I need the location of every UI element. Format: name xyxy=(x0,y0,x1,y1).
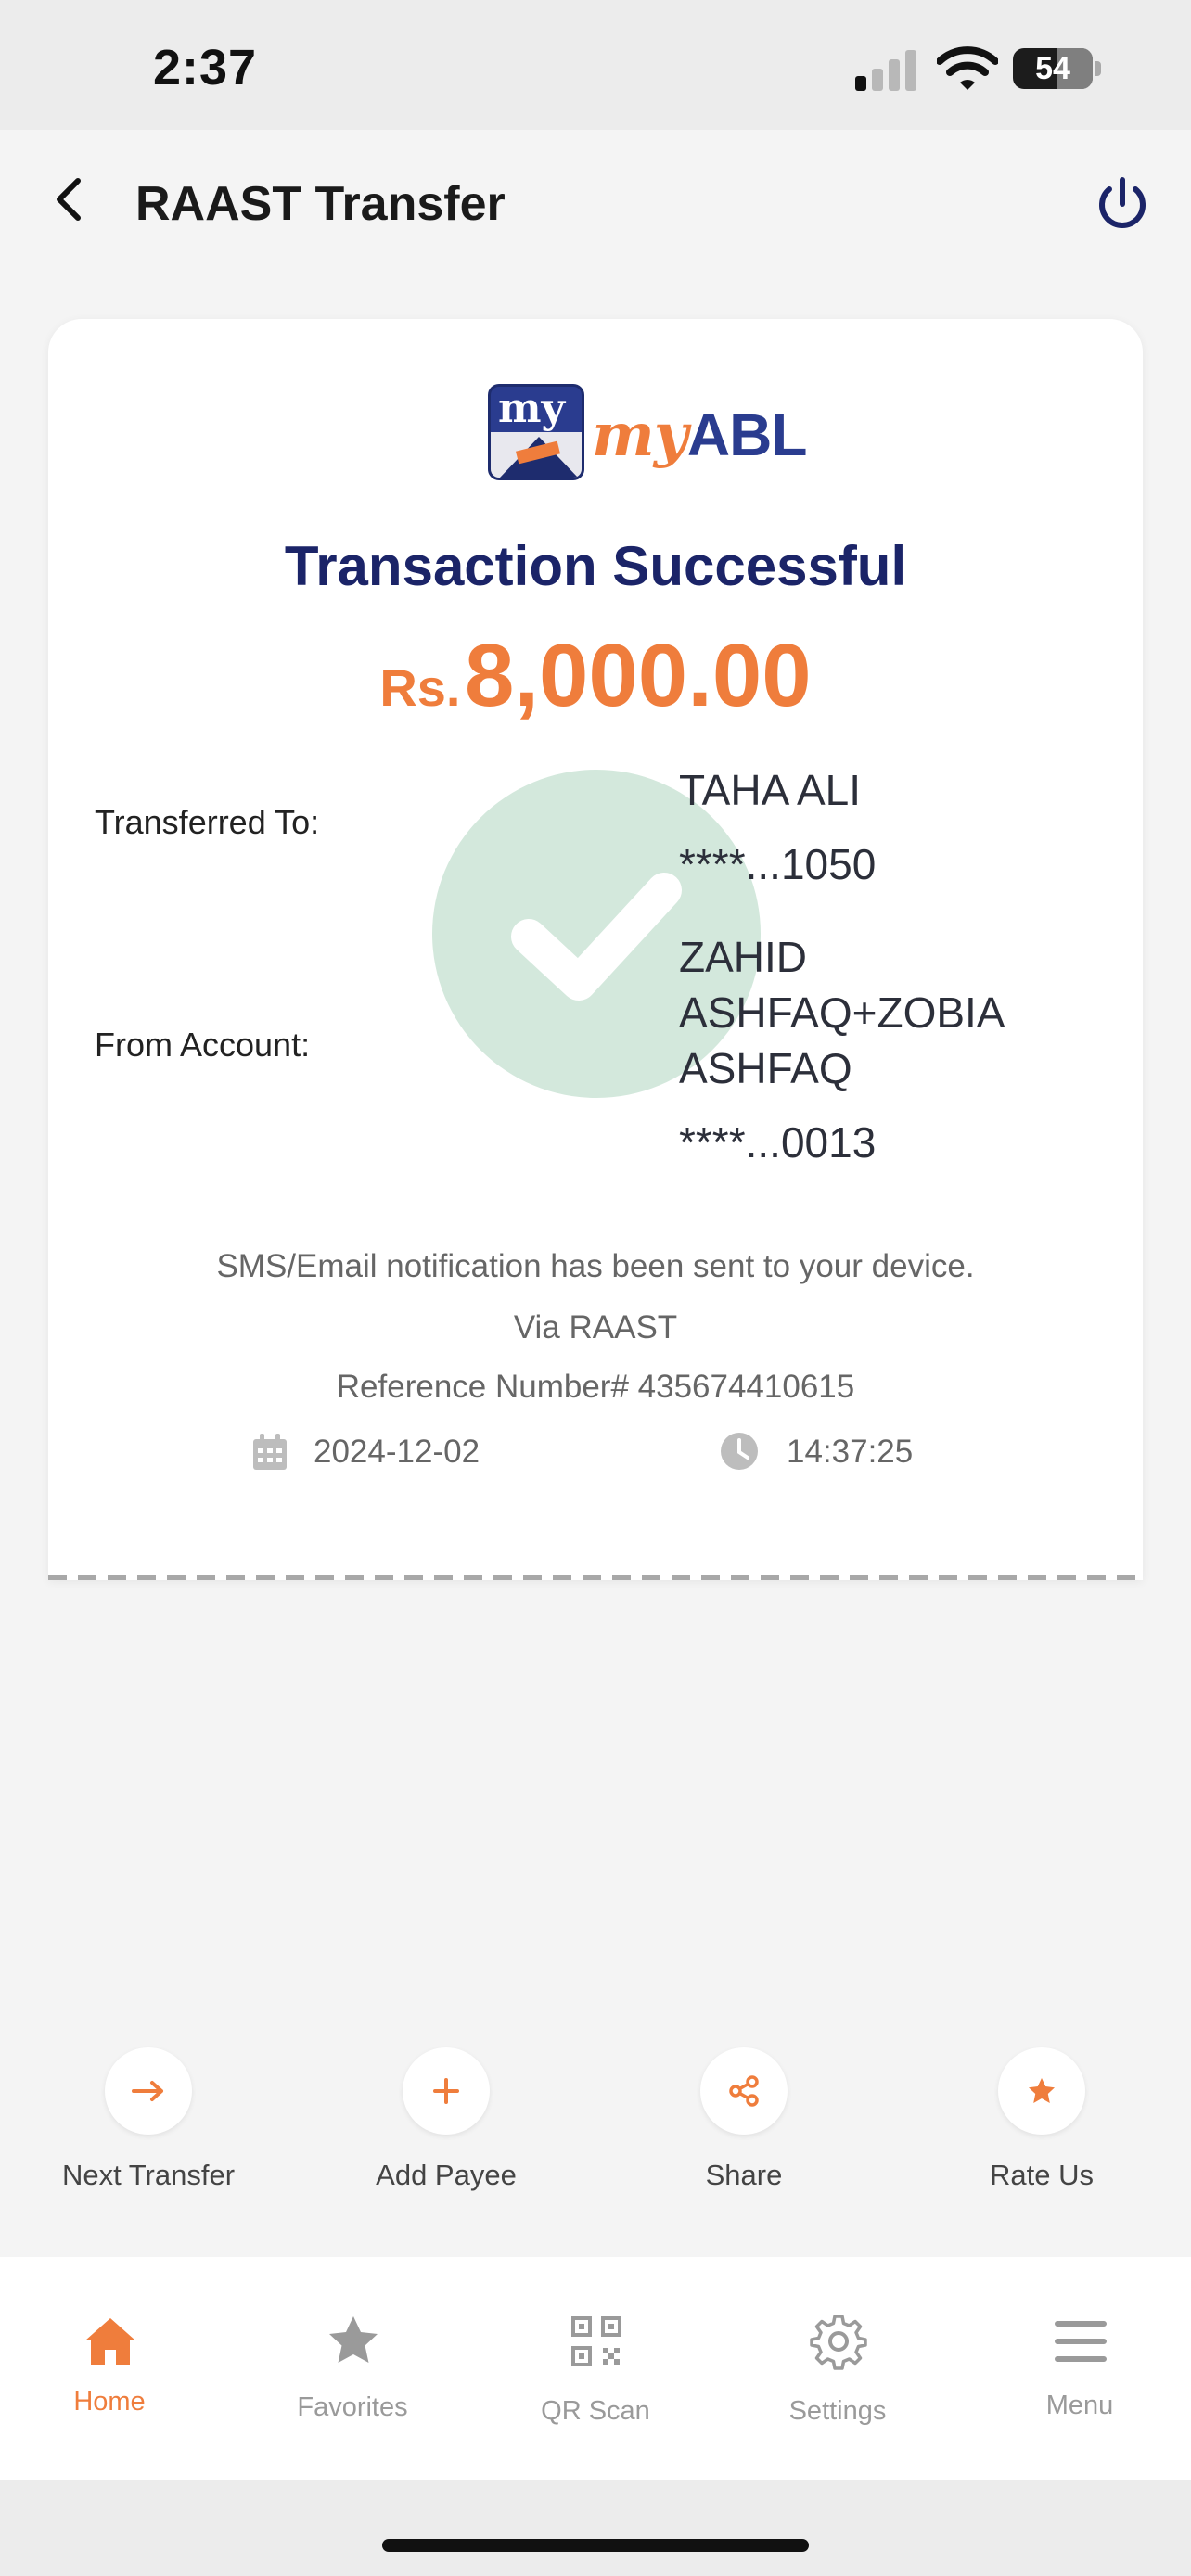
sender-name-line3: ASHFAQ xyxy=(679,1044,852,1092)
nav-qr-label: QR Scan xyxy=(541,2396,650,2426)
home-indicator[interactable] xyxy=(382,2539,809,2552)
nav-home[interactable]: Home xyxy=(0,2257,228,2480)
recipient-name: TAHA ALI xyxy=(679,766,862,814)
nav-settings-label: Settings xyxy=(788,2396,887,2426)
app-header: RAAST Transfer xyxy=(0,130,1191,278)
share-button[interactable]: Share xyxy=(623,2047,864,2192)
nav-home-label: Home xyxy=(73,2387,146,2417)
wifi-icon xyxy=(937,46,998,90)
nav-favorites[interactable]: Favorites xyxy=(234,2257,471,2480)
qr-icon xyxy=(571,2316,621,2366)
recipient-account: ****...1050 xyxy=(679,840,877,888)
nav-qr-scan[interactable]: QR Scan xyxy=(477,2257,714,2480)
star-icon xyxy=(329,2316,378,2363)
add-payee-button[interactable]: Add Payee xyxy=(326,2047,567,2192)
bottom-nav: Home Favorites QR Scan Settings Menu xyxy=(0,2257,1191,2480)
sender-name-line2: ASHFAQ+ZOBIA xyxy=(679,988,1005,1037)
success-title: Transaction Successful xyxy=(284,535,907,597)
nav-favorites-label: Favorites xyxy=(297,2392,408,2422)
plus-icon xyxy=(403,2047,490,2135)
arrow-right-icon xyxy=(105,2047,192,2135)
transferred-to-label: Transferred To: xyxy=(95,803,320,841)
receipt-card: my myABL Transaction Successful Rs. 8,00… xyxy=(48,319,1143,1580)
transaction-time: 14:37:25 xyxy=(787,1434,914,1470)
notification-text: SMS/Email notification has been sent to … xyxy=(216,1248,975,1284)
logo-box-text: my xyxy=(498,385,566,432)
battery-icon: 54 xyxy=(1013,48,1093,89)
page-title: RAAST Transfer xyxy=(135,177,506,231)
reference-number: Reference Number# 435674410615 xyxy=(336,1369,855,1405)
via-text: Via RAAST xyxy=(513,1309,678,1345)
clock-icon xyxy=(721,1433,758,1470)
logo-emblem: my xyxy=(488,384,584,480)
gear-icon xyxy=(810,2315,867,2370)
next-transfer-label: Next Transfer xyxy=(61,2159,236,2191)
star-icon xyxy=(998,2047,1085,2135)
from-account-label: From Account: xyxy=(95,1026,311,1064)
status-time: 2:37 xyxy=(153,40,258,96)
sender-name-line1: ZAHID xyxy=(679,933,807,981)
amount: Rs. 8,000.00 xyxy=(48,625,1143,727)
nav-settings[interactable]: Settings xyxy=(719,2257,956,2480)
rate-us-button[interactable]: Rate Us xyxy=(921,2047,1162,2192)
cellular-signal-icon xyxy=(855,48,920,91)
back-chevron-icon[interactable] xyxy=(46,172,93,227)
add-payee-label: Add Payee xyxy=(376,2159,517,2191)
calendar-icon xyxy=(253,1434,287,1470)
home-indicator-area xyxy=(0,2480,1191,2576)
share-label: Share xyxy=(705,2159,783,2191)
sender-account: ****...0013 xyxy=(679,1118,877,1167)
logout-power-icon[interactable] xyxy=(1093,174,1152,234)
status-bar: 2:37 54 xyxy=(0,0,1191,130)
myabl-logo: my myABL xyxy=(488,384,808,495)
nav-menu[interactable]: Menu xyxy=(961,2257,1191,2480)
receipt-tear-edge xyxy=(48,1575,1143,1580)
next-transfer-button[interactable]: Next Transfer xyxy=(28,2047,269,2192)
nav-menu-label: Menu xyxy=(1045,2391,1114,2420)
share-icon xyxy=(700,2047,788,2135)
battery-level: 54 xyxy=(1035,51,1070,86)
amount-currency: Rs. xyxy=(379,658,461,717)
logo-wordmark: myABL xyxy=(592,401,808,470)
home-icon xyxy=(85,2318,135,2365)
logo-my: my xyxy=(592,401,688,470)
logo-abl: ABL xyxy=(686,402,808,468)
rate-us-label: Rate Us xyxy=(990,2159,1094,2191)
amount-value: 8,000.00 xyxy=(464,626,812,725)
transaction-date: 2024-12-02 xyxy=(314,1434,480,1470)
hamburger-icon xyxy=(1055,2321,1107,2362)
battery-nub xyxy=(1095,61,1101,76)
